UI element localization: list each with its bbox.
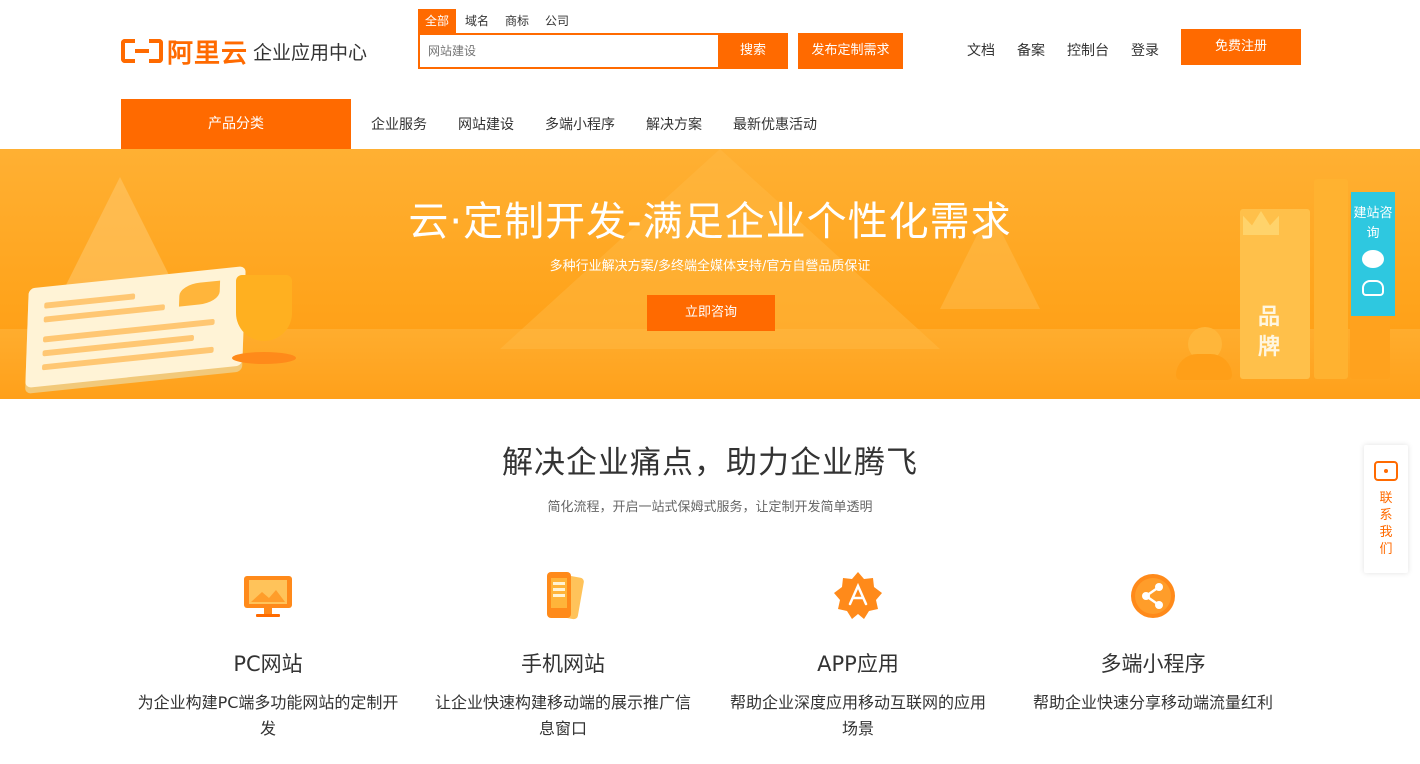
- feature-name: 多端小程序: [1100, 652, 1206, 676]
- free-register-button[interactable]: 免费注册: [1181, 29, 1301, 65]
- consult-now-button[interactable]: 立即咨询: [647, 295, 775, 331]
- main-nav: 产品分类 企业服务 网站建设 多端小程序 解决方案 最新优惠活动: [0, 99, 1420, 149]
- chat-icon[interactable]: [1362, 250, 1384, 268]
- feature-name: APP应用: [817, 652, 899, 676]
- search-tab-trademark[interactable]: 商标: [498, 9, 536, 33]
- feature-name: PC网站: [233, 652, 303, 676]
- search-tab-company[interactable]: 公司: [538, 9, 576, 33]
- shield-illustration: [236, 275, 292, 341]
- search-input[interactable]: [420, 35, 718, 67]
- mobile-icon: [537, 570, 589, 622]
- search-tab-domain[interactable]: 域名: [458, 9, 496, 33]
- nav-items: 企业服务 网站建设 多端小程序 解决方案 最新优惠活动: [371, 99, 848, 149]
- site-consult-label: 建站咨询: [1353, 206, 1393, 241]
- brand-char-1: 品: [1258, 305, 1281, 330]
- feature-desc: 帮助企业快速分享移动端流量红利: [1032, 693, 1273, 712]
- contact-icon: [1374, 461, 1398, 481]
- site-header: 阿里云 企业应用中心 全部 域名 商标 公司 搜索 发布定制需求 文档 备案 控…: [0, 0, 1420, 99]
- search-button[interactable]: 搜索: [718, 33, 788, 69]
- app-store-icon: [832, 570, 884, 622]
- feature-pc-website[interactable]: PC网站 为企业构建PC端多功能网站的定制开发: [128, 570, 408, 742]
- shield-base: [232, 352, 296, 364]
- phone-icon[interactable]: [1362, 280, 1384, 296]
- top-link-login[interactable]: 登录: [1131, 40, 1159, 60]
- site-name[interactable]: 企业应用中心: [253, 38, 367, 65]
- top-links: 文档 备案 控制台 登录: [967, 40, 1181, 60]
- search-tabs: 全部 域名 商标 公司: [418, 9, 578, 33]
- top-link-docs[interactable]: 文档: [967, 40, 995, 60]
- brand-char-2: 牌: [1258, 335, 1281, 360]
- nav-item-promotions[interactable]: 最新优惠活动: [733, 114, 817, 134]
- top-link-console[interactable]: 控制台: [1067, 40, 1109, 60]
- feature-mini-program[interactable]: 多端小程序 帮助企业快速分享移动端流量红利: [1013, 570, 1293, 716]
- section-title: 解决企业痛点，助力企业腾飞: [502, 445, 918, 481]
- nav-item-mini-program[interactable]: 多端小程序: [545, 114, 615, 134]
- site-consult-widget[interactable]: 建站咨询: [1351, 192, 1395, 316]
- banner-title: 云·定制开发-满足企业个性化需求: [408, 199, 1012, 245]
- publish-request-button[interactable]: 发布定制需求: [798, 33, 903, 69]
- feature-app[interactable]: APP应用 帮助企业深度应用移动互联网的应用场景: [718, 570, 998, 742]
- feature-desc: 让企业快速构建移动端的展示推广信息窗口: [434, 693, 691, 738]
- nav-product-category[interactable]: 产品分类: [121, 99, 351, 149]
- contact-us-widget[interactable]: 联系我们: [1364, 445, 1408, 573]
- banner-subtitle: 多种行业解决方案/多终端全媒体支持/官方自營品质保证: [549, 259, 871, 274]
- hero-banner: 云·定制开发-满足企业个性化需求 多种行业解决方案/多终端全媒体支持/官方自營品…: [0, 149, 1420, 399]
- feature-desc: 帮助企业深度应用移动互联网的应用场景: [729, 693, 986, 738]
- feature-name: 手机网站: [521, 652, 605, 676]
- nav-item-website-build[interactable]: 网站建设: [458, 114, 514, 134]
- section-subtitle: 简化流程，开启一站式保姆式服务，让定制开发简单透明: [547, 500, 873, 515]
- nav-item-enterprise-service[interactable]: 企业服务: [371, 114, 427, 134]
- person-body-illustration: [1176, 354, 1232, 380]
- top-link-filing[interactable]: 备案: [1017, 40, 1045, 60]
- contact-us-label: 联系我们: [1379, 491, 1393, 557]
- search-tab-all[interactable]: 全部: [418, 9, 457, 33]
- feature-mobile-website[interactable]: 手机网站 让企业快速构建移动端的展示推广信息窗口: [423, 570, 703, 742]
- monitor-icon: [242, 570, 294, 622]
- aliyun-logo[interactable]: 阿里云: [121, 36, 248, 69]
- feature-desc: 为企业构建PC端多功能网站的定制开发: [137, 693, 399, 738]
- logo-text: 阿里云: [167, 38, 249, 69]
- search-box: [418, 33, 720, 69]
- aliyun-logo-icon: [121, 37, 163, 65]
- nav-item-solutions[interactable]: 解决方案: [646, 114, 702, 134]
- share-icon: [1127, 570, 1179, 622]
